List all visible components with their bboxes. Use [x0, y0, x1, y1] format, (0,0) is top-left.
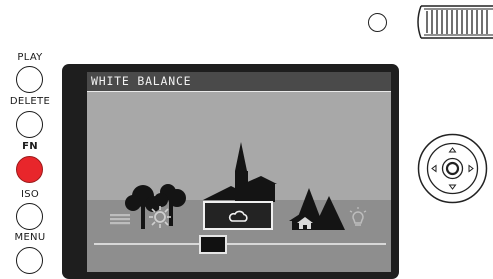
iso-button[interactable] [16, 203, 43, 230]
fn-label: FN [22, 141, 38, 152]
command-dial-icon[interactable] [415, 4, 493, 40]
fn-button[interactable] [16, 156, 43, 183]
delete-button[interactable] [16, 111, 43, 138]
menu-button[interactable] [16, 247, 43, 274]
lcd-screen: WHITE BALANCE [87, 72, 391, 272]
menu-label: MENU [14, 232, 46, 243]
scene-illustration [125, 142, 345, 230]
daylight-icon[interactable] [148, 205, 172, 229]
iso-label: ISO [20, 189, 40, 200]
top-round-button[interactable] [368, 13, 387, 32]
play-button[interactable] [16, 66, 43, 93]
delete-label: DELETE [9, 96, 51, 107]
auto-wb-icon[interactable] [109, 211, 131, 225]
cloudy-icon[interactable] [227, 208, 249, 222]
wb-slider-thumb[interactable] [199, 235, 227, 254]
shade-icon[interactable] [296, 215, 314, 229]
directional-pad-icon[interactable] [417, 133, 488, 204]
wb-slider-track[interactable] [94, 243, 386, 245]
play-label: PLAY [17, 52, 43, 63]
tungsten-icon[interactable] [347, 207, 369, 229]
